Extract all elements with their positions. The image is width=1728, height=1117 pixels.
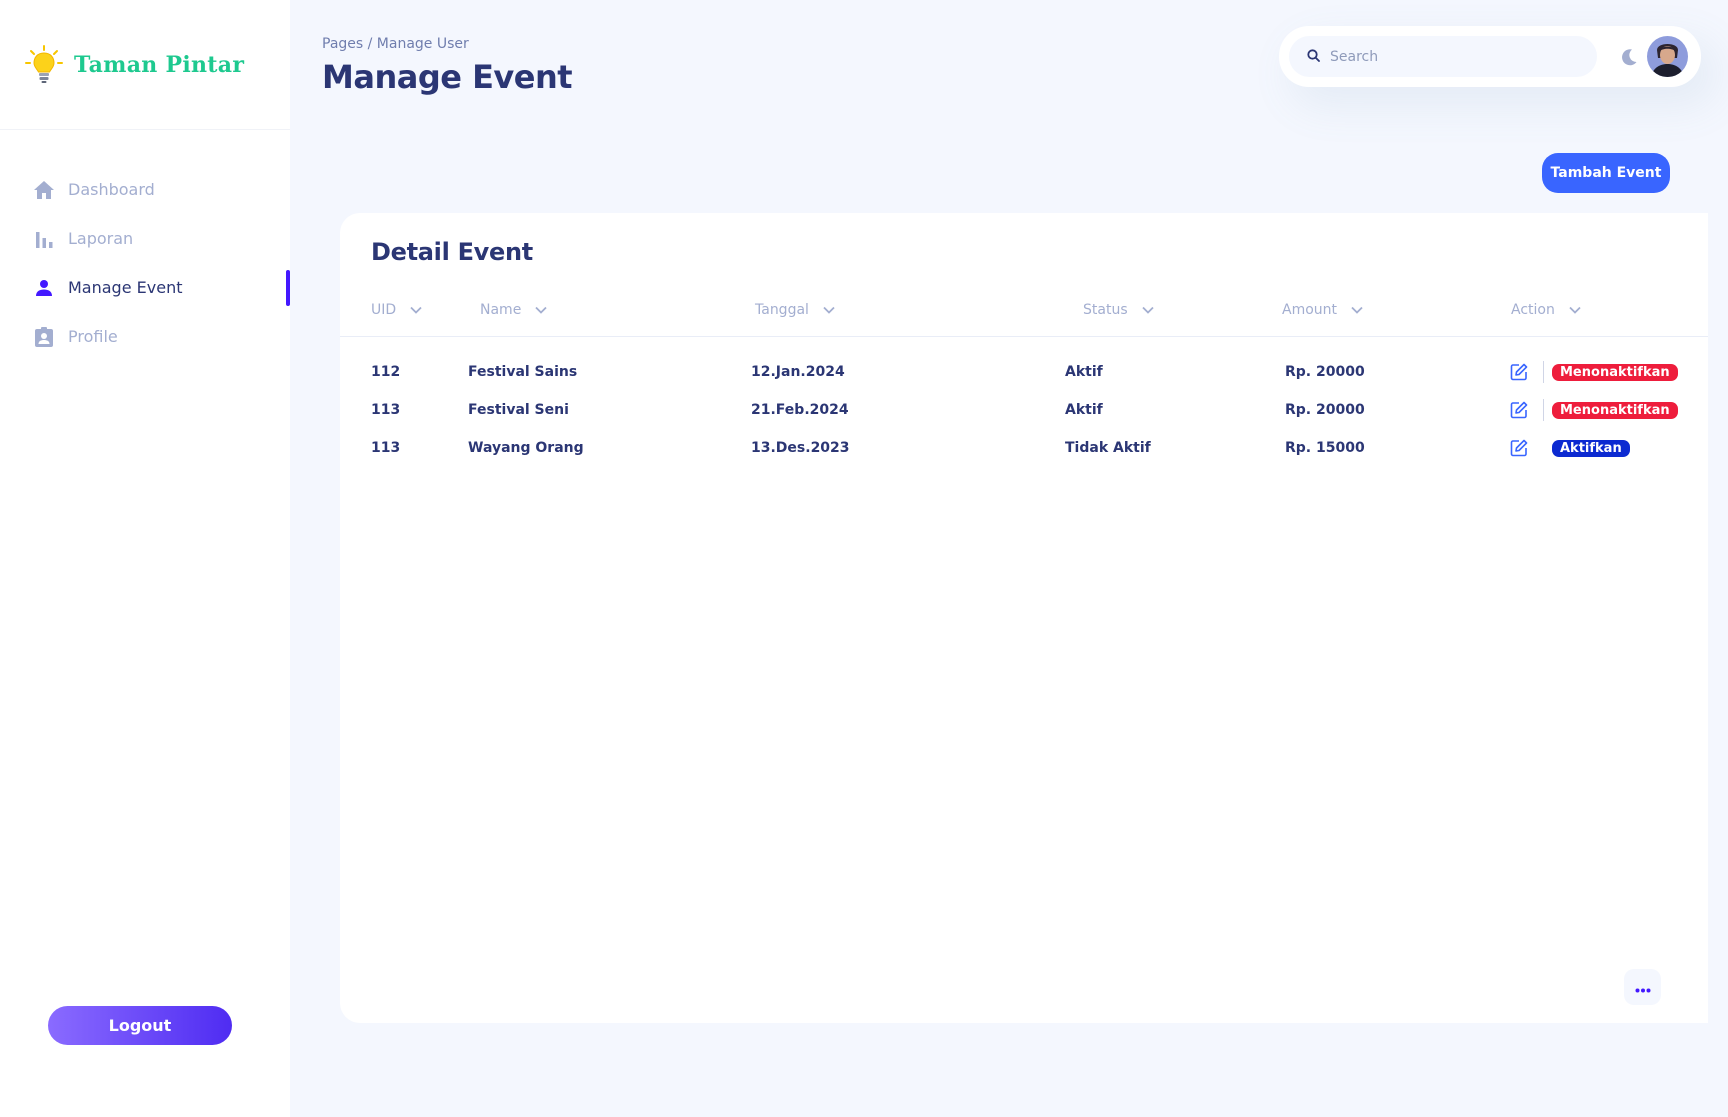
column-label: Action bbox=[1511, 302, 1555, 318]
column-header-amount[interactable]: Amount bbox=[1282, 295, 1363, 325]
bar-chart-icon bbox=[32, 227, 56, 251]
sidebar-item-manage-event[interactable]: Manage Event bbox=[0, 263, 290, 312]
chevron-down-icon bbox=[410, 306, 422, 314]
column-label: Amount bbox=[1282, 302, 1338, 318]
chevron-down-icon bbox=[1141, 306, 1154, 314]
breadcrumb: Pages / Manage User bbox=[322, 36, 469, 52]
event-table-card: Detail Event UID Name Tanggal Status Amo… bbox=[340, 213, 1708, 1023]
id-badge-icon bbox=[32, 325, 56, 349]
edit-icon[interactable] bbox=[1509, 362, 1529, 382]
sidebar-item-label: Dashboard bbox=[68, 180, 155, 199]
edit-icon[interactable] bbox=[1509, 438, 1529, 458]
cell-name: Wayang Orang bbox=[468, 440, 584, 456]
table-row: 112 Festival Sains 12.Jan.2024 Aktif Rp.… bbox=[340, 357, 1708, 387]
cell-tanggal: 12.Jan.2024 bbox=[751, 364, 845, 380]
table-row: 113 Festival Seni 21.Feb.2024 Aktif Rp. … bbox=[340, 395, 1708, 425]
card-title: Detail Event bbox=[371, 238, 533, 266]
more-horizontal-icon bbox=[1635, 978, 1651, 997]
column-header-uid[interactable]: UID bbox=[371, 295, 422, 325]
logout-button[interactable]: Logout bbox=[48, 1006, 232, 1045]
moon-icon[interactable] bbox=[1619, 47, 1639, 67]
sidebar-item-profile[interactable]: Profile bbox=[0, 312, 290, 361]
edit-icon[interactable] bbox=[1509, 400, 1529, 420]
cell-tanggal: 21.Feb.2024 bbox=[751, 402, 849, 418]
add-event-button[interactable]: Tambah Event bbox=[1542, 153, 1670, 193]
column-label: Status bbox=[1083, 302, 1128, 318]
person-icon bbox=[32, 276, 56, 300]
column-header-status[interactable]: Status bbox=[1083, 295, 1154, 325]
cell-uid: 112 bbox=[371, 364, 401, 380]
column-label: Name bbox=[480, 302, 522, 318]
cell-amount: Rp. 20000 bbox=[1285, 402, 1365, 418]
deactivate-button[interactable]: Menonaktifkan bbox=[1552, 364, 1678, 381]
sidebar: Taman Pintar Dashboard Laporan Manage Ev… bbox=[0, 0, 290, 1117]
sidebar-nav: Dashboard Laporan Manage Event Profile bbox=[0, 165, 290, 361]
sidebar-item-dashboard[interactable]: Dashboard bbox=[0, 165, 290, 214]
topbar bbox=[1279, 26, 1701, 87]
lightbulb-icon bbox=[24, 44, 64, 85]
chevron-down-icon bbox=[1569, 306, 1581, 314]
column-label: UID bbox=[371, 302, 397, 318]
column-header-tanggal[interactable]: Tanggal bbox=[755, 295, 835, 325]
chevron-down-icon bbox=[535, 306, 547, 314]
brand-name: Taman Pintar bbox=[74, 51, 245, 78]
home-icon bbox=[32, 178, 56, 202]
cell-amount: Rp. 20000 bbox=[1285, 364, 1365, 380]
page-title: Manage Event bbox=[322, 58, 573, 96]
column-header-name[interactable]: Name bbox=[480, 295, 547, 325]
cell-status: Tidak Aktif bbox=[1065, 440, 1151, 456]
column-label: Tanggal bbox=[755, 302, 809, 318]
sidebar-item-label: Laporan bbox=[68, 229, 134, 248]
cell-status: Aktif bbox=[1065, 402, 1103, 418]
brand[interactable]: Taman Pintar bbox=[0, 0, 290, 130]
search-input[interactable] bbox=[1330, 48, 1580, 65]
avatar[interactable] bbox=[1647, 36, 1688, 77]
table-row: 113 Wayang Orang 13.Des.2023 Tidak Aktif… bbox=[340, 433, 1708, 463]
search-box[interactable] bbox=[1289, 36, 1597, 77]
sidebar-item-label: Profile bbox=[68, 327, 118, 346]
cell-amount: Rp. 15000 bbox=[1285, 440, 1365, 456]
cell-uid: 113 bbox=[371, 440, 401, 456]
cell-tanggal: 13.Des.2023 bbox=[751, 440, 850, 456]
search-icon bbox=[1307, 47, 1320, 66]
cell-status: Aktif bbox=[1065, 364, 1103, 380]
action-divider bbox=[1543, 399, 1544, 421]
deactivate-button[interactable]: Menonaktifkan bbox=[1552, 402, 1678, 419]
chevron-down-icon bbox=[1351, 306, 1363, 314]
more-options-button[interactable] bbox=[1624, 969, 1661, 1005]
sidebar-item-label: Manage Event bbox=[68, 278, 183, 297]
action-divider bbox=[1543, 361, 1544, 383]
activate-button[interactable]: Aktifkan bbox=[1552, 440, 1630, 457]
chevron-down-icon bbox=[823, 306, 835, 314]
cell-uid: 113 bbox=[371, 402, 401, 418]
table-header: UID Name Tanggal Status Amount Action bbox=[340, 295, 1708, 337]
sidebar-item-laporan[interactable]: Laporan bbox=[0, 214, 290, 263]
column-header-action[interactable]: Action bbox=[1511, 295, 1581, 325]
cell-name: Festival Sains bbox=[468, 364, 578, 380]
cell-name: Festival Seni bbox=[468, 402, 569, 418]
